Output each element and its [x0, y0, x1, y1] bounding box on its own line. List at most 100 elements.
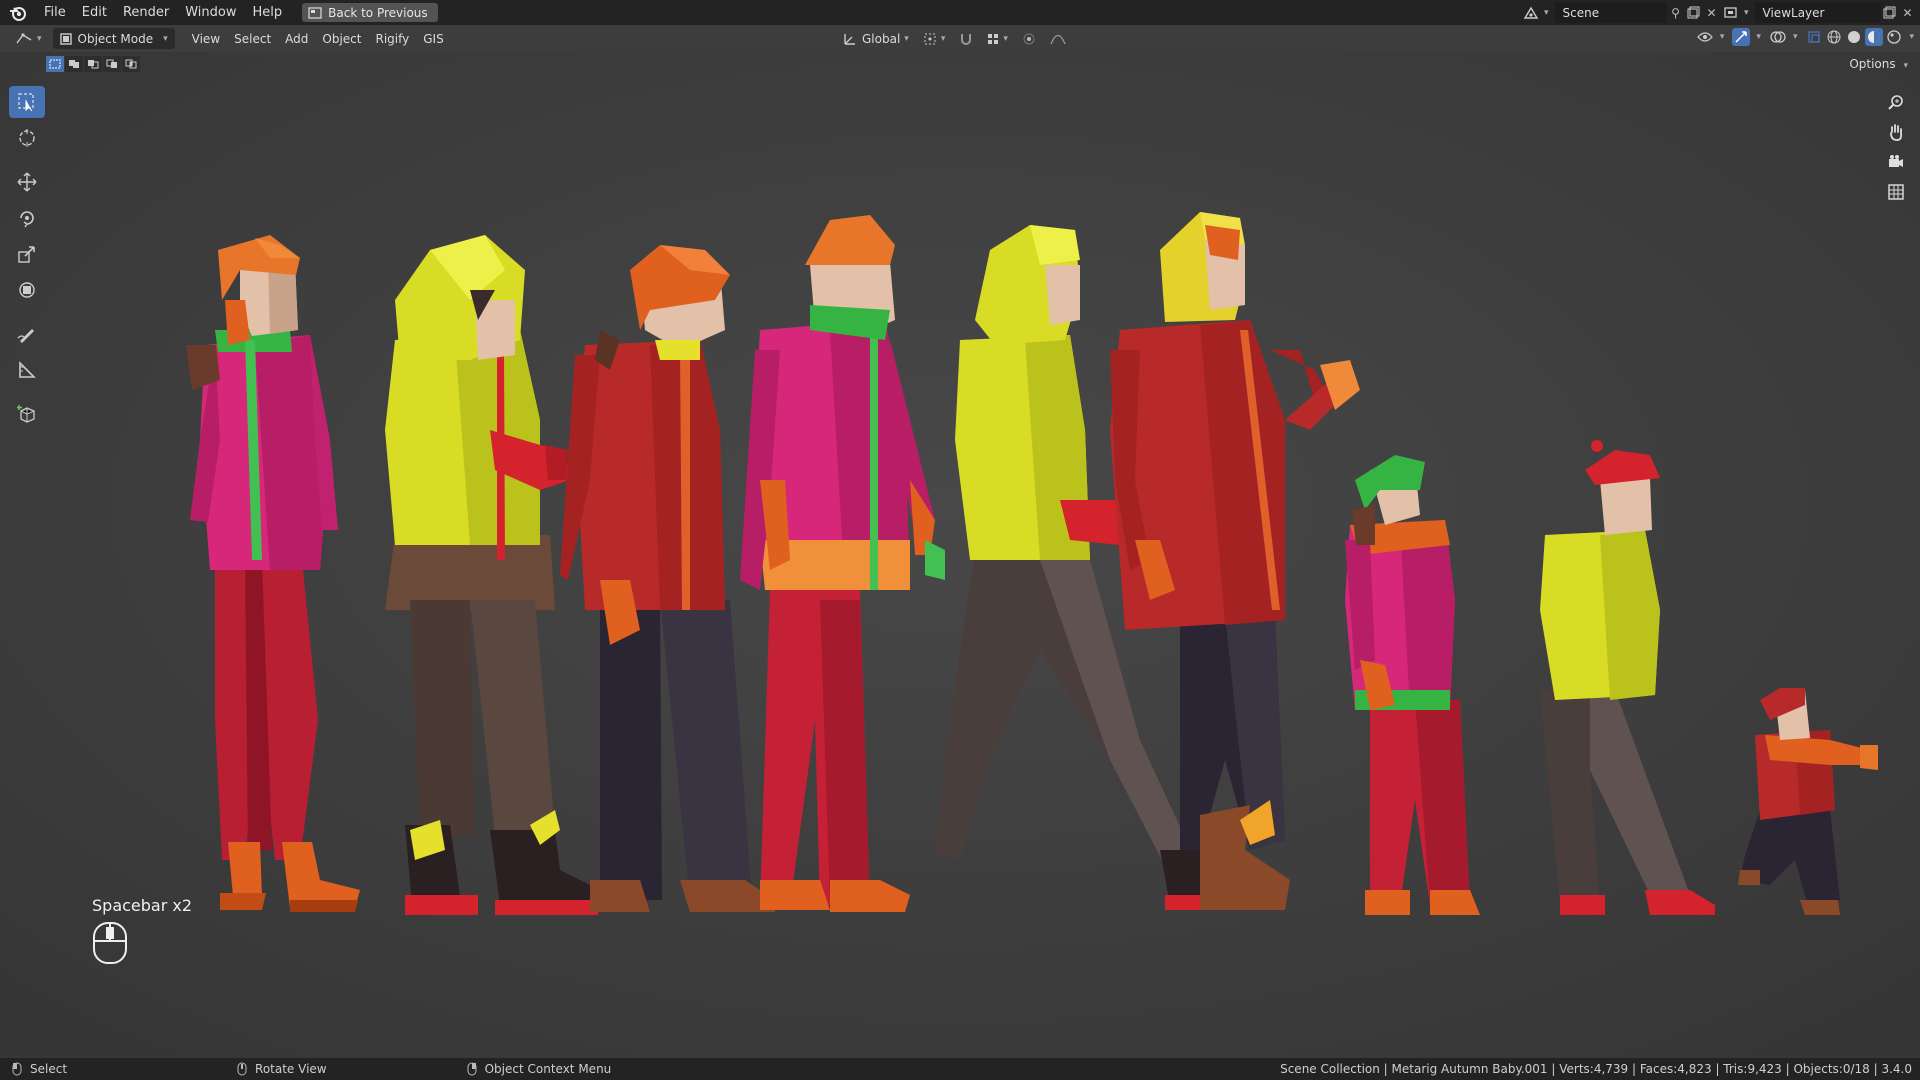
header-menu-view[interactable]: View — [185, 28, 227, 49]
screencast-key-text: Spacebar x2 — [92, 896, 193, 915]
gizmo-toggle-icon[interactable] — [1732, 28, 1751, 46]
new-scene-icon[interactable] — [1685, 4, 1703, 22]
menu-edit[interactable]: Edit — [74, 0, 115, 25]
blender-logo-icon[interactable] — [8, 3, 28, 23]
menu-file[interactable]: File — [36, 0, 74, 25]
add-cube-icon — [17, 405, 35, 423]
status-hint-rotate-label: Rotate View — [255, 1062, 327, 1076]
header-menu-select[interactable]: Select — [227, 28, 278, 49]
add-cube-tool[interactable] — [9, 398, 45, 430]
status-bar: Select Rotate View Object Context Menu S… — [0, 1058, 1920, 1080]
chevron-down-icon: ▾ — [940, 33, 946, 44]
chevron-down-icon: ▾ — [1909, 32, 1914, 42]
select-invert-icon[interactable] — [103, 56, 121, 72]
fullscreen-back-icon — [308, 6, 322, 19]
annotate-tool[interactable] — [9, 318, 45, 350]
menu-window[interactable]: Window — [177, 0, 244, 25]
select-new-icon[interactable] — [46, 56, 64, 72]
options-dropdown[interactable]: Options ▾ — [1849, 57, 1908, 71]
orthographic-grid-icon[interactable] — [1882, 178, 1910, 206]
scale-tool[interactable] — [9, 238, 45, 270]
magnet-icon — [961, 33, 972, 45]
selection-mode-group — [46, 56, 140, 72]
scene-name: Scene — [1562, 5, 1600, 20]
scene-selector[interactable]: ▾ Scene ⚲ ✕ — [1522, 2, 1721, 23]
camera-view-icon[interactable] — [1882, 148, 1910, 176]
proportional-edit-toggle[interactable] — [1015, 28, 1043, 49]
chevron-down-icon: ▾ — [37, 33, 42, 44]
header-menu-rigify[interactable]: Rigify — [369, 28, 417, 49]
chevron-down-icon: ▾ — [1003, 33, 1008, 44]
header-menu-add[interactable]: Add — [278, 28, 315, 49]
move-tool[interactable] — [9, 166, 45, 198]
header-menu-object[interactable]: Object — [315, 28, 368, 49]
transform-controls: Global ▾ ▾ ▾ — [836, 28, 1073, 49]
new-viewlayer-icon[interactable] — [1881, 4, 1899, 22]
material-preview-shading-icon[interactable] — [1865, 28, 1884, 46]
viewlayer-name-field[interactable]: ViewLayer — [1754, 2, 1881, 23]
viewlayer-selector[interactable]: ▾ ViewLayer ✕ — [1722, 2, 1917, 23]
mouse-right-icon — [467, 1062, 477, 1076]
chevron-down-icon: ▾ — [1719, 32, 1725, 42]
pan-hand-icon[interactable] — [1882, 118, 1910, 146]
close-icon[interactable]: ✕ — [1899, 4, 1917, 22]
falloff-curve-icon — [1050, 34, 1066, 44]
scene-statistics: Scene Collection | Metarig Autumn Baby.0… — [1280, 1062, 1912, 1076]
close-icon[interactable]: ✕ — [1703, 4, 1721, 22]
mouse-icon — [93, 922, 127, 964]
tool-shelf — [9, 86, 45, 434]
snap-toggle[interactable] — [952, 28, 980, 49]
select-intersect-icon[interactable] — [122, 56, 140, 72]
3d-viewport-icon — [16, 32, 32, 43]
status-hint-context-menu: Object Context Menu — [467, 1062, 611, 1076]
viewlayer-icon[interactable] — [1722, 4, 1740, 22]
menu-help[interactable]: Help — [245, 0, 291, 25]
chevron-down-icon: ▾ — [1903, 61, 1908, 71]
scene-name-field[interactable]: Scene — [1554, 2, 1667, 23]
select-box-tool[interactable] — [9, 86, 45, 118]
annotate-pencil-icon — [17, 329, 34, 343]
cursor-tool[interactable] — [9, 122, 45, 154]
status-hint-select-label: Select — [30, 1062, 68, 1076]
chevron-down-icon: ▾ — [1744, 7, 1749, 18]
xray-toggle-icon[interactable] — [1805, 28, 1823, 46]
header-menu-gis[interactable]: GIS — [416, 28, 450, 49]
transform-tool[interactable] — [9, 274, 45, 306]
select-box-icon — [18, 93, 34, 112]
cursor-icon — [19, 129, 35, 147]
status-hint-select: Select — [12, 1062, 67, 1076]
transform-orientation-label: Global — [862, 31, 901, 46]
back-to-previous-button[interactable]: Back to Previous — [302, 3, 438, 22]
transform-orientation-dropdown[interactable]: Global ▾ — [836, 28, 916, 49]
wireframe-shading-icon[interactable] — [1825, 28, 1843, 46]
select-subtract-icon[interactable] — [84, 56, 102, 72]
snap-target-dropdown[interactable]: ▾ — [980, 28, 1015, 49]
zoom-icon[interactable] — [1882, 88, 1910, 116]
select-extend-icon[interactable] — [65, 56, 83, 72]
pivot-point-dropdown[interactable]: ▾ — [916, 28, 953, 49]
proportional-edit-icon — [1023, 33, 1035, 44]
rotate-icon — [20, 211, 34, 228]
navigation-gizmo — [1882, 88, 1910, 208]
rendered-shading-icon[interactable] — [1885, 28, 1903, 46]
scale-icon — [18, 246, 35, 263]
object-mode-dropdown[interactable]: Object Mode ▾ — [52, 28, 175, 49]
chevron-down-icon: ▾ — [163, 33, 168, 44]
overlays-toggle-icon[interactable] — [1769, 28, 1787, 46]
chevron-down-icon: ▾ — [1792, 32, 1798, 42]
measure-ruler-icon — [19, 361, 36, 378]
visibility-eye-icon[interactable] — [1696, 28, 1714, 46]
menu-render[interactable]: Render — [115, 0, 177, 25]
3d-viewport[interactable] — [0, 52, 1920, 1058]
editor-type-button[interactable]: ▾ — [8, 28, 49, 49]
screencast-key-overlay: Spacebar x2 — [92, 896, 192, 969]
rotate-tool[interactable] — [9, 202, 45, 234]
falloff-dropdown[interactable] — [1043, 28, 1073, 49]
transform-icon — [19, 282, 35, 298]
measure-tool[interactable] — [9, 354, 45, 386]
options-label: Options — [1849, 57, 1896, 71]
pin-icon[interactable]: ⚲ — [1667, 4, 1685, 22]
scene-icon[interactable] — [1522, 4, 1540, 22]
orientation-icon — [844, 33, 855, 45]
solid-shading-icon[interactable] — [1845, 28, 1863, 46]
